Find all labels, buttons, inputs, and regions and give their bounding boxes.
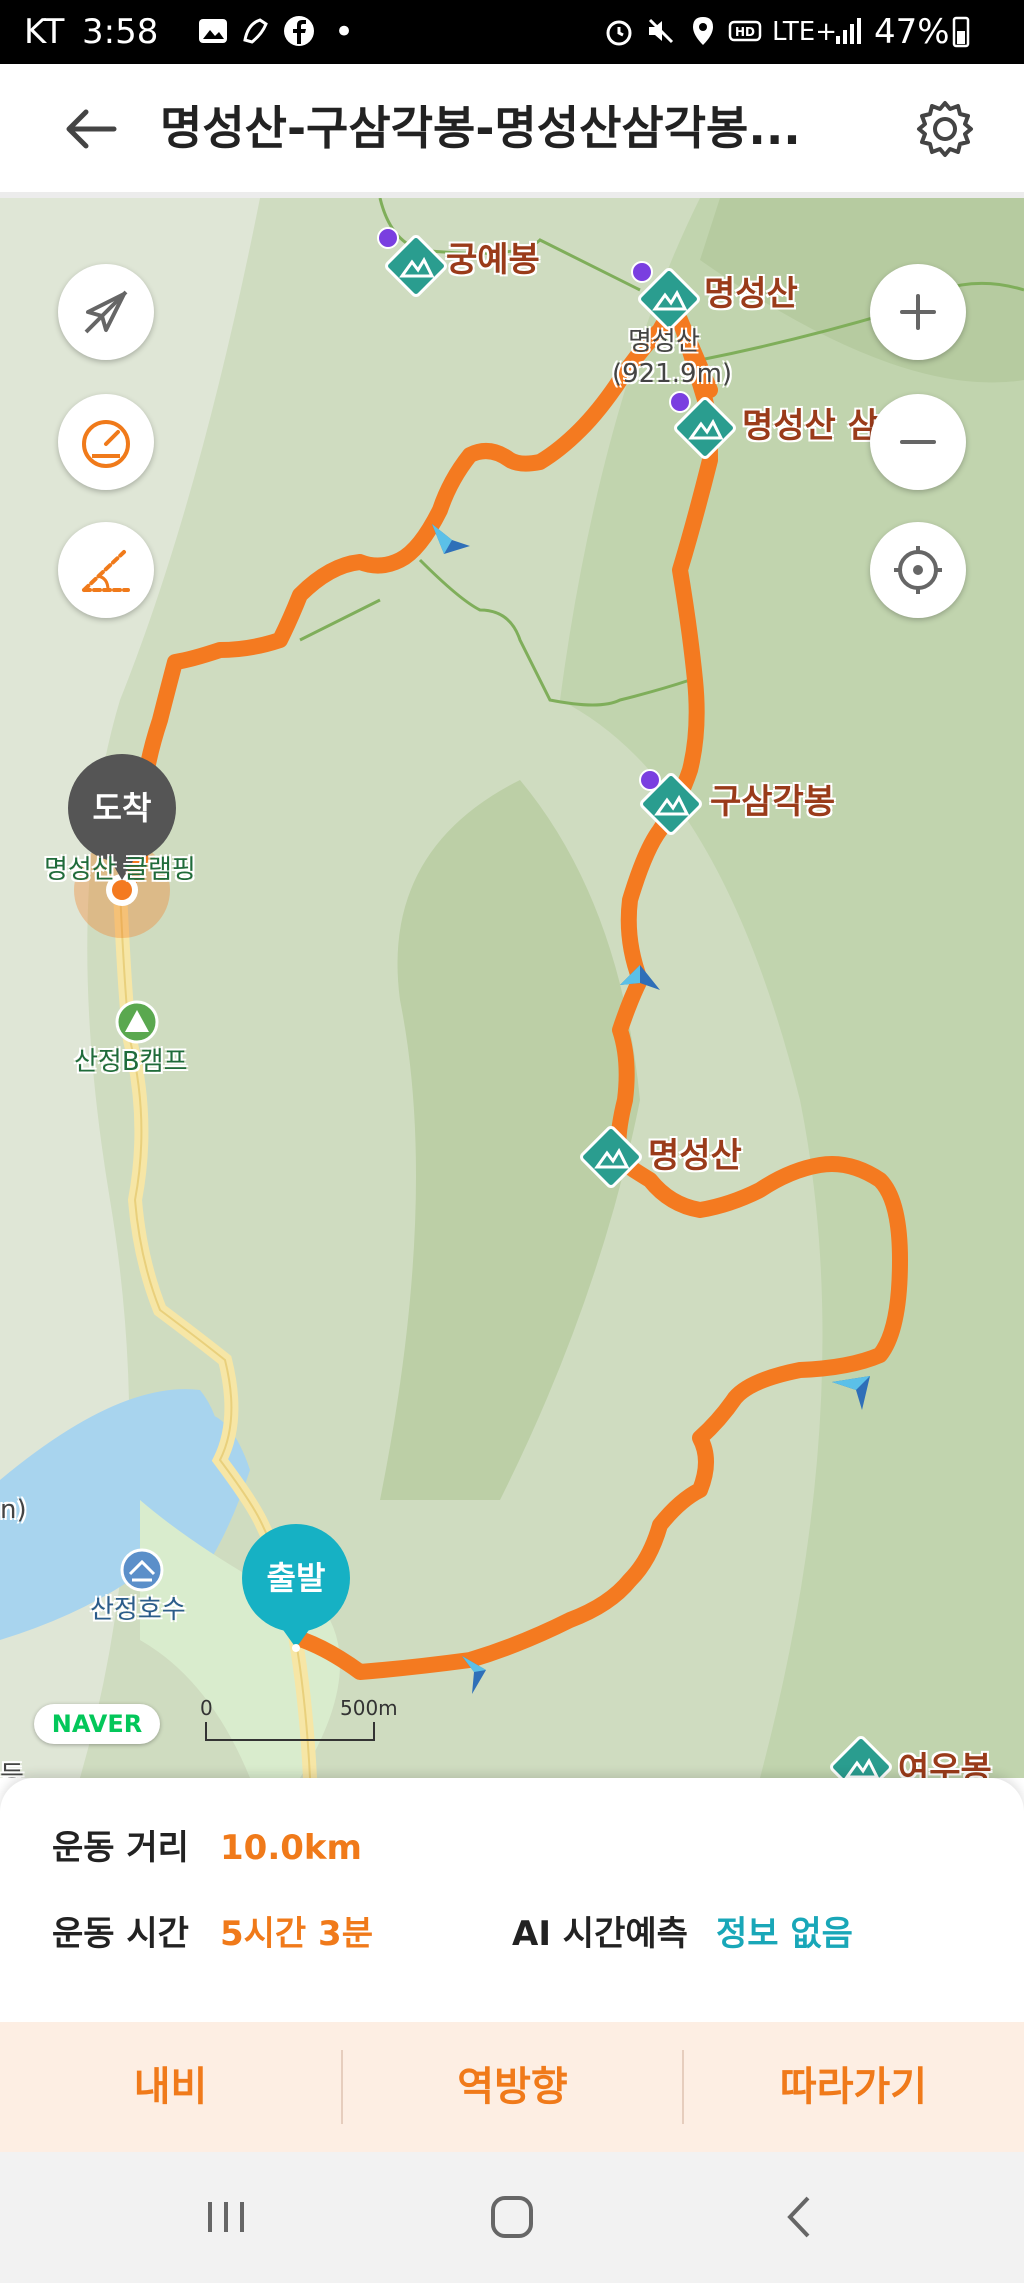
edge-label: n) bbox=[0, 1495, 27, 1525]
locate-button[interactable] bbox=[870, 522, 966, 618]
peak-label[interactable]: 여우봉 bbox=[898, 1750, 1024, 1778]
plus-icon bbox=[900, 294, 936, 330]
mute-icon bbox=[648, 18, 674, 44]
clock-text: 3:58 bbox=[82, 12, 159, 52]
elevation-label: 명성산 bbox=[628, 327, 700, 357]
zoom-out-button[interactable] bbox=[870, 394, 966, 490]
action-bar: 내비 역방향 따라가기 bbox=[0, 2022, 1024, 2152]
distance-label: 운동 거리 bbox=[52, 1828, 189, 1868]
peak-label[interactable]: 궁예봉 bbox=[446, 240, 540, 280]
svg-text:HD: HD bbox=[735, 25, 755, 39]
time-value: 5시간 3분 bbox=[220, 1914, 373, 1954]
hd-icon: HD bbox=[728, 20, 762, 42]
gear-icon[interactable] bbox=[910, 94, 980, 164]
arrow-left-icon[interactable] bbox=[56, 94, 126, 164]
network-type: LTE+ bbox=[772, 17, 837, 47]
navi-button[interactable]: 내비 bbox=[0, 2022, 341, 2152]
notification-dot: • bbox=[334, 12, 355, 52]
distance-value: 10.0km bbox=[220, 1828, 362, 1868]
ai-estimate-label: AI 시간예측 bbox=[512, 1914, 688, 1954]
slope-icon bbox=[82, 550, 130, 592]
header-bar: 명성산-구삼각봉-명성산삼각봉... bbox=[0, 64, 1024, 198]
status-bar: KT 3:58 • HD LTE+ 47% bbox=[0, 0, 1024, 64]
crosshair-icon bbox=[894, 546, 942, 594]
back-icon[interactable] bbox=[738, 2152, 858, 2283]
scale-zero: 0 bbox=[200, 1696, 213, 1720]
naver-logo: NAVER bbox=[34, 1704, 160, 1744]
follow-button[interactable]: 따라가기 bbox=[683, 2022, 1024, 2152]
slope-button[interactable] bbox=[58, 522, 154, 618]
page-title: 명성산-구삼각봉-명성산삼각봉... bbox=[160, 101, 801, 155]
no-route-icon bbox=[84, 290, 128, 334]
speed-button[interactable] bbox=[58, 394, 154, 490]
zoom-in-button[interactable] bbox=[870, 264, 966, 360]
campsite-icon[interactable] bbox=[115, 1000, 159, 1044]
departure-label[interactable]: 출발 bbox=[242, 1558, 350, 1598]
facebook-icon bbox=[284, 16, 314, 46]
system-nav-bar bbox=[0, 2152, 1024, 2283]
place-label[interactable]: 명성산 글램핑 bbox=[44, 854, 196, 886]
minus-icon bbox=[900, 440, 936, 444]
elevation-label: (921.9m) bbox=[612, 359, 733, 389]
speedometer-icon bbox=[82, 420, 130, 468]
alarm-icon bbox=[606, 20, 632, 46]
reverse-button[interactable]: 역방향 bbox=[342, 2022, 683, 2152]
arrival-label[interactable]: 도착 bbox=[68, 788, 176, 828]
map-view[interactable]: 궁예봉 명성산 명성산 삼… 구삼각봉 명성산 여우봉 명성산 (921.9m)… bbox=[0, 198, 1024, 1778]
gallery-icon bbox=[199, 19, 227, 43]
peak-label[interactable]: 명성산 bbox=[704, 274, 798, 314]
ai-estimate-value: 정보 없음 bbox=[716, 1914, 853, 1954]
lake-label[interactable]: 산정호수 bbox=[90, 1594, 186, 1626]
lake-icon[interactable] bbox=[120, 1548, 164, 1592]
signal-icon bbox=[836, 18, 861, 44]
stats-panel: 운동 거리 10.0km 운동 시간 5시간 3분 AI 시간예측 정보 없음 bbox=[0, 1778, 1024, 2022]
place-label[interactable]: 산정B캠프 bbox=[74, 1046, 188, 1078]
recent-apps-icon[interactable] bbox=[166, 2152, 286, 2283]
scale-distance: 500m bbox=[340, 1696, 398, 1720]
carrier-text: KT bbox=[24, 12, 65, 52]
edge-label: 등 bbox=[0, 1761, 24, 1778]
route-toggle-button[interactable] bbox=[58, 264, 154, 360]
battery-text: 47% bbox=[874, 12, 950, 52]
peak-label[interactable]: 구삼각봉 bbox=[710, 782, 835, 822]
time-label: 운동 시간 bbox=[52, 1914, 189, 1954]
home-icon[interactable] bbox=[452, 2152, 572, 2283]
peak-label[interactable]: 명성산 bbox=[648, 1136, 742, 1176]
battery-icon bbox=[952, 16, 970, 48]
shoe-icon bbox=[243, 18, 268, 44]
location-icon bbox=[693, 17, 713, 45]
